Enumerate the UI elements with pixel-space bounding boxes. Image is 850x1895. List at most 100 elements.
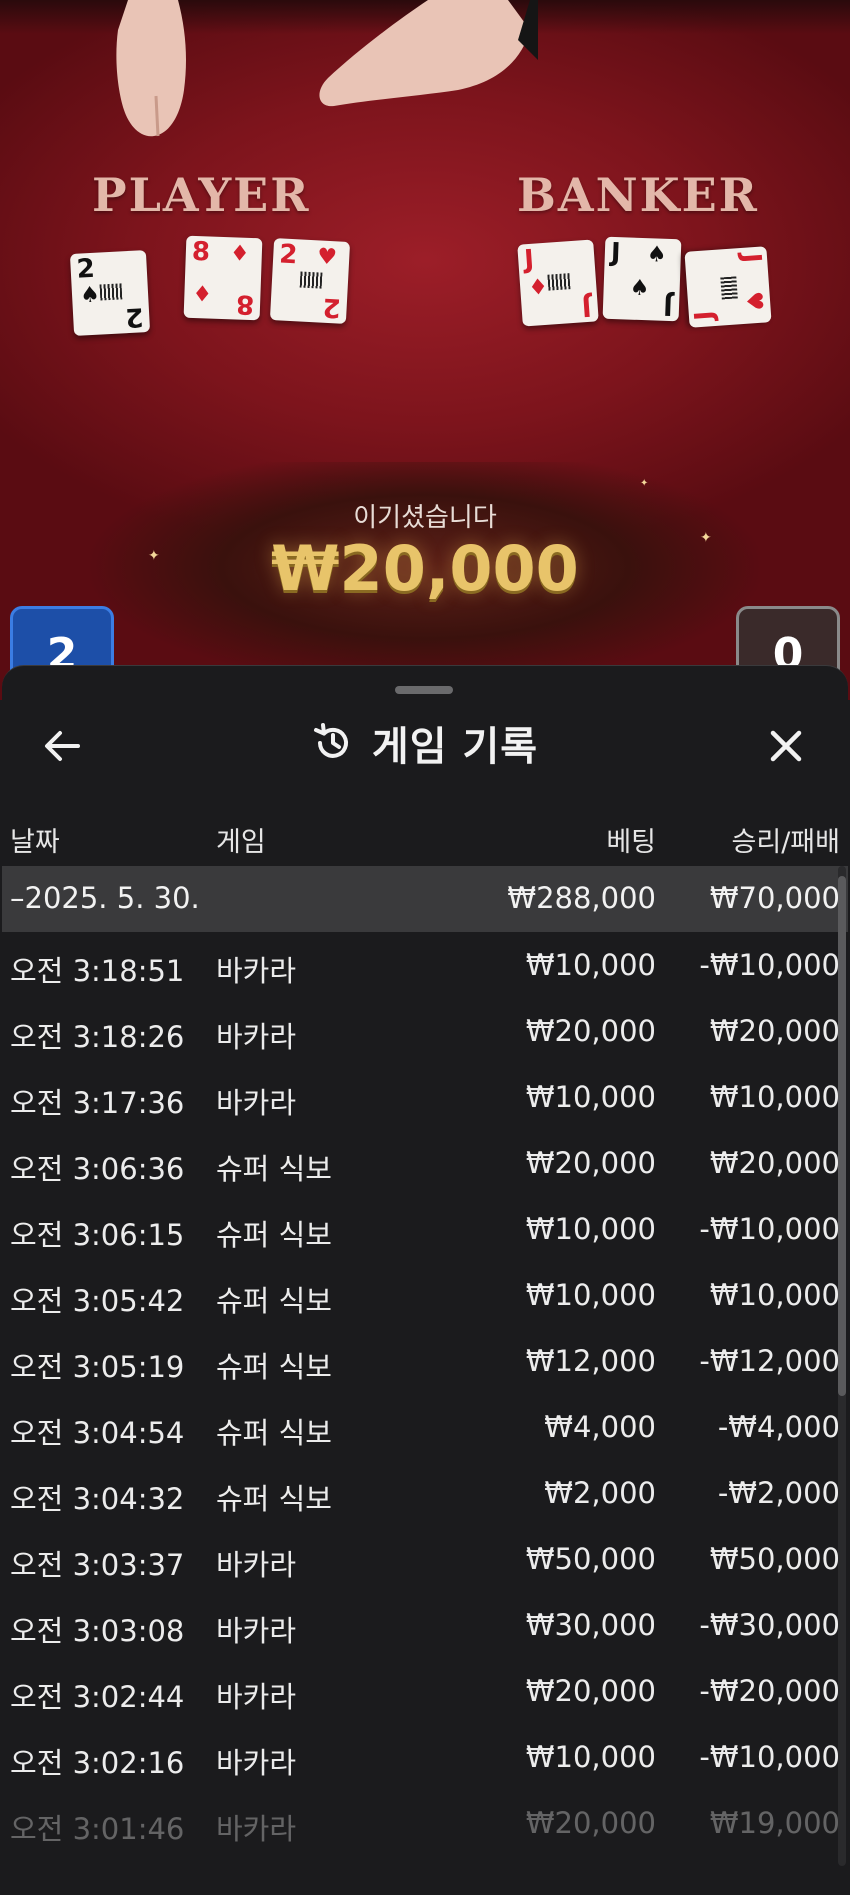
row-result: -₩30,000 xyxy=(699,1608,840,1642)
table-row[interactable]: 오전 3:05:19 슈퍼 식보 ₩12,000 -₩12,000 xyxy=(2,1328,848,1394)
column-header-game[interactable]: 게임 xyxy=(216,820,266,859)
row-game: 바카라 xyxy=(216,1614,297,1648)
win-title: 이기셨습니다 xyxy=(353,503,497,533)
column-header-result[interactable]: 승리/패배 xyxy=(732,820,840,859)
row-game: 바카라 xyxy=(216,1020,297,1054)
row-time: 오전 3:03:08 xyxy=(10,1614,185,1648)
table-row[interactable]: 오전 3:17:36 바카라 ₩10,000 ₩10,000 xyxy=(2,1064,848,1130)
banker-card-3-rank: J xyxy=(735,252,767,265)
row-bet: ₩10,000 xyxy=(525,1212,656,1246)
player-card-2-rank-bottom: 8 xyxy=(235,288,255,320)
row-result: -₩20,000 xyxy=(699,1674,840,1708)
row-result: ₩19,000 xyxy=(709,1806,840,1840)
row-time: 오전 3:02:16 xyxy=(10,1746,185,1780)
close-icon xyxy=(770,730,802,762)
banker-card-2-rank: J xyxy=(610,237,622,269)
history-table-rows: 오전 3:18:51 바카라 ₩10,000 -₩10,000 오전 3:18:26 바… xyxy=(2,932,848,1856)
table-row[interactable]: 오전 3:06:36 슈퍼 식보 ₩20,000 ₩20,000 xyxy=(2,1130,848,1196)
row-game: 바카라 xyxy=(216,1680,297,1714)
row-result: ₩50,000 xyxy=(709,1542,840,1576)
row-game: 슈퍼 식보 xyxy=(216,1416,332,1450)
player-card-1-rank-bottom: 2 xyxy=(124,301,145,333)
sheet-title: 게임 기록 xyxy=(371,724,539,770)
row-game: 바카라 xyxy=(216,1746,297,1780)
row-bet: ₩12,000 xyxy=(525,1344,656,1378)
win-amount: ₩20,000 xyxy=(271,532,579,605)
player-card-3: 2 ♥ 2 xyxy=(269,238,351,324)
dealer-right-hand xyxy=(319,0,538,107)
table-row[interactable]: 오전 3:18:51 바카라 ₩10,000 -₩10,000 xyxy=(2,932,848,998)
row-bet: ₩4,000 xyxy=(544,1410,656,1444)
spade-icon: ♠ xyxy=(79,282,101,309)
banker-card-3-rank-bottom: J xyxy=(689,309,721,322)
banker-card-1: J ♦ J xyxy=(517,239,599,327)
banker-label: BANKER xyxy=(517,168,759,222)
player-card-3-rank: 2 xyxy=(278,239,299,271)
player-card-2-rank: 8 xyxy=(191,236,211,268)
game-history-sheet: 게임 기록 날짜 게임 베팅 승리/패배 –2025. 5. 30. ₩288,… xyxy=(2,665,848,1895)
row-time: 오전 3:06:36 xyxy=(10,1152,185,1186)
column-header-date[interactable]: 날짜 xyxy=(10,820,60,859)
table-row[interactable]: 오전 3:02:44 바카라 ₩20,000 -₩20,000 xyxy=(2,1658,848,1724)
table-row[interactable]: 오전 3:06:15 슈퍼 식보 ₩10,000 -₩10,000 xyxy=(2,1196,848,1262)
row-bet: ₩10,000 xyxy=(525,948,656,982)
row-result: -₩10,000 xyxy=(699,948,840,982)
table-row[interactable]: 오전 3:01:46 바카라 ₩20,000 ₩19,000 xyxy=(2,1790,848,1856)
table-row[interactable]: 오전 3:05:42 슈퍼 식보 ₩10,000 ₩10,000 xyxy=(2,1262,848,1328)
dealer-left-hand xyxy=(116,0,186,137)
spade-icon: ♠ xyxy=(629,275,650,302)
row-bet: ₩10,000 xyxy=(525,1080,656,1114)
row-bet: ₩20,000 xyxy=(525,1674,656,1708)
banker-card-1-rank: J xyxy=(523,244,536,276)
row-game: 바카라 xyxy=(216,954,297,988)
row-time: 오전 3:04:54 xyxy=(10,1416,185,1450)
table-row[interactable]: 오전 3:04:32 슈퍼 식보 ₩2,000 -₩2,000 xyxy=(2,1460,848,1526)
row-result: -₩10,000 xyxy=(699,1212,840,1246)
player-label: PLAYER xyxy=(92,168,311,222)
row-game: 슈퍼 식보 xyxy=(216,1482,332,1516)
row-result: ₩20,000 xyxy=(709,1146,840,1180)
day-summary-date: –2025. 5. 30. xyxy=(10,881,200,915)
banker-card-1-rank-bottom: J xyxy=(580,290,593,322)
day-summary-result: ₩70,000 xyxy=(709,881,840,915)
diamond-icon: ♦ xyxy=(229,241,251,267)
table-row[interactable]: 오전 3:02:16 바카라 ₩10,000 -₩10,000 xyxy=(2,1724,848,1790)
row-bet: ₩10,000 xyxy=(525,1740,656,1774)
table-row[interactable]: 오전 3:03:37 바카라 ₩50,000 ₩50,000 xyxy=(2,1526,848,1592)
banker-card-2-rank-bottom: J xyxy=(662,289,674,321)
banker-card-3: J ♥ J xyxy=(684,246,772,328)
day-summary-row[interactable]: –2025. 5. 30. ₩288,000 ₩70,000 xyxy=(2,866,848,932)
row-bet: ₩50,000 xyxy=(525,1542,656,1576)
table-row[interactable]: 오전 3:04:54 슈퍼 식보 ₩4,000 -₩4,000 xyxy=(2,1394,848,1460)
row-bet: ₩20,000 xyxy=(525,1146,656,1180)
row-result: ₩10,000 xyxy=(709,1080,840,1114)
history-column-headers: 날짜 게임 베팅 승리/패배 xyxy=(2,814,848,864)
row-time: 오전 3:17:36 xyxy=(10,1086,185,1120)
scrollbar-thumb[interactable] xyxy=(838,876,846,1396)
row-time: 오전 3:05:42 xyxy=(10,1284,185,1318)
player-card-1-rank: 2 xyxy=(75,253,96,285)
row-time: 오전 3:02:44 xyxy=(10,1680,185,1714)
row-time: 오전 3:06:15 xyxy=(10,1218,185,1252)
close-button[interactable] xyxy=(756,716,816,776)
row-time: 오전 3:01:46 xyxy=(10,1812,185,1846)
row-game: 슈퍼 식보 xyxy=(216,1350,332,1384)
history-scrollbar[interactable] xyxy=(838,866,846,1866)
row-time: 오전 3:18:51 xyxy=(10,954,185,988)
sheet-drag-handle[interactable] xyxy=(395,686,453,694)
row-bet: ₩20,000 xyxy=(525,1014,656,1048)
row-result: -₩12,000 xyxy=(699,1344,840,1378)
sheet-header: 게임 기록 xyxy=(2,714,848,772)
player-card-2: 8 ♦ ♦ 8 xyxy=(183,235,263,321)
row-result: ₩20,000 xyxy=(709,1014,840,1048)
row-game: 바카라 xyxy=(216,1086,297,1120)
diamond-icon: ♦ xyxy=(191,281,213,308)
table-row[interactable]: 오전 3:18:26 바카라 ₩20,000 ₩20,000 xyxy=(2,998,848,1064)
column-header-bet[interactable]: 베팅 xyxy=(606,820,656,859)
row-time: 오전 3:05:19 xyxy=(10,1350,185,1384)
row-result: -₩10,000 xyxy=(699,1740,840,1774)
day-summary-bet: ₩288,000 xyxy=(507,881,656,915)
banker-card-2: J ♠ ♠ J xyxy=(602,236,682,322)
table-row[interactable]: 오전 3:03:08 바카라 ₩30,000 -₩30,000 xyxy=(2,1592,848,1658)
row-game: 슈퍼 식보 xyxy=(216,1284,332,1318)
